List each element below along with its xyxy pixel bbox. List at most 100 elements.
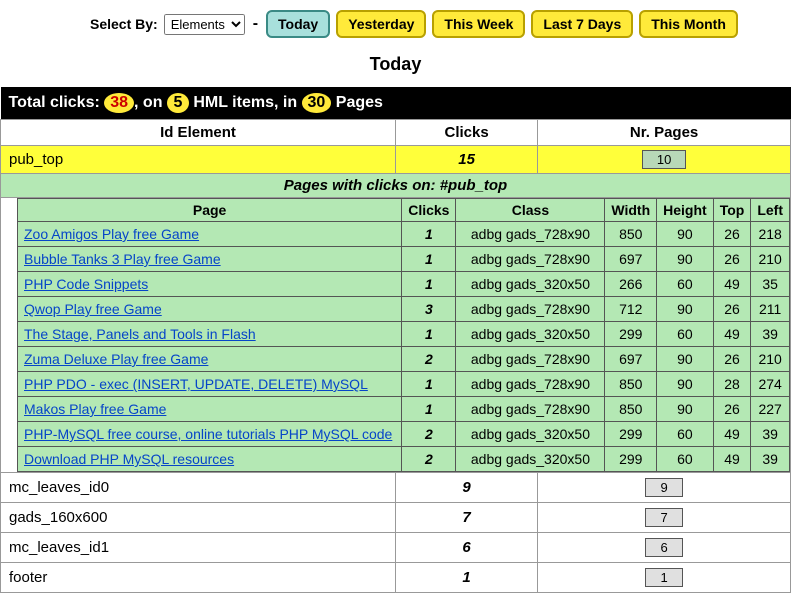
detail-left: 39 [751,322,790,347]
detail-clicks: 1 [402,372,456,397]
last-7-days-button[interactable]: Last 7 Days [531,10,633,38]
page-link[interactable]: PHP Code Snippets [24,276,148,292]
detail-left: 211 [751,297,790,322]
detail-width: 850 [605,372,657,397]
element-row[interactable]: mc_leaves_id166 [1,533,791,563]
detail-class: adbg gads_320x50 [456,447,605,472]
selected-pages-button[interactable]: 10 [642,150,686,169]
detail-page: Download PHP MySQL resources [18,447,402,472]
page-link[interactable]: PHP PDO - exec (INSERT, UPDATE, DELETE) … [24,376,368,392]
detail-title-prefix: Pages with clicks on: [284,177,440,194]
detail-class: adbg gads_728x90 [456,397,605,422]
element-pages-button[interactable]: 7 [645,508,682,527]
main-table: Total clicks: 38, on 5 HML items, in 30 … [0,87,791,593]
detail-header-page: Page [18,199,402,222]
detail-width: 697 [605,347,657,372]
detail-width: 850 [605,397,657,422]
detail-width: 697 [605,247,657,272]
detail-class: adbg gads_728x90 [456,247,605,272]
detail-width: 299 [605,322,657,347]
page-link[interactable]: Qwop Play free Game [24,301,162,317]
element-pages-button[interactable]: 6 [645,538,682,557]
detail-title: Pages with clicks on: #pub_top [1,174,791,198]
detail-page: PHP PDO - exec (INSERT, UPDATE, DELETE) … [18,372,402,397]
this-week-button[interactable]: This Week [432,10,525,38]
detail-left: 210 [751,247,790,272]
detail-class: adbg gads_728x90 [456,222,605,247]
detail-table: Page Clicks Class Width Height Top Left … [17,198,790,472]
detail-class: adbg gads_320x50 [456,272,605,297]
select-by-dropdown[interactable]: Elements [164,14,245,35]
detail-top: 49 [713,447,751,472]
detail-page: PHP-MySQL free course, online tutorials … [18,422,402,447]
total-pages-badge: 30 [302,93,332,113]
detail-left: 274 [751,372,790,397]
detail-page: Zuma Deluxe Play free Game [18,347,402,372]
page-link[interactable]: Zoo Amigos Play free Game [24,226,199,242]
detail-left: 227 [751,397,790,422]
page-link[interactable]: The Stage, Panels and Tools in Flash [24,326,256,342]
element-row[interactable]: gads_160x60077 [1,503,791,533]
detail-left: 218 [751,222,790,247]
detail-class: adbg gads_728x90 [456,347,605,372]
element-clicks: 1 [396,563,538,593]
detail-header-width: Width [605,199,657,222]
yesterday-button[interactable]: Yesterday [336,10,426,38]
detail-page: Makos Play free Game [18,397,402,422]
separator-dash: - [253,15,258,33]
detail-page: Zoo Amigos Play free Game [18,222,402,247]
detail-class: adbg gads_728x90 [456,372,605,397]
detail-height: 90 [657,247,714,272]
detail-width: 712 [605,297,657,322]
detail-height: 60 [657,422,714,447]
page-link[interactable]: Zuma Deluxe Play free Game [24,351,208,367]
this-month-button[interactable]: This Month [639,10,738,38]
page-link[interactable]: Bubble Tanks 3 Play free Game [24,251,221,267]
today-button[interactable]: Today [266,10,330,38]
detail-row: PHP-MySQL free course, online tutorials … [18,422,790,447]
select-by-label: Select By: [90,16,158,32]
element-clicks: 9 [396,473,538,503]
detail-height: 90 [657,397,714,422]
detail-height: 60 [657,322,714,347]
summary-sep2: HML items, in [189,94,302,111]
detail-height: 90 [657,297,714,322]
detail-width: 850 [605,222,657,247]
detail-clicks: 1 [402,397,456,422]
selected-clicks: 15 [396,146,538,174]
detail-row: Zuma Deluxe Play free Game2adbg gads_728… [18,347,790,372]
header-clicks: Clicks [396,120,538,146]
detail-width: 299 [605,422,657,447]
detail-top: 49 [713,322,751,347]
page-link[interactable]: PHP-MySQL free course, online tutorials … [24,426,392,442]
detail-left: 210 [751,347,790,372]
element-pages-button[interactable]: 1 [645,568,682,587]
detail-top: 49 [713,422,751,447]
detail-header-top: Top [713,199,751,222]
element-id: footer [1,563,396,593]
element-clicks: 7 [396,503,538,533]
selected-element-row[interactable]: pub_top 15 10 [1,146,791,174]
detail-height: 90 [657,372,714,397]
page-link[interactable]: Download PHP MySQL resources [24,451,234,467]
total-clicks-badge: 38 [104,93,134,113]
detail-top: 26 [713,297,751,322]
detail-height: 90 [657,347,714,372]
detail-width: 299 [605,447,657,472]
detail-clicks: 2 [402,447,456,472]
element-row[interactable]: footer11 [1,563,791,593]
detail-left: 35 [751,272,790,297]
element-row[interactable]: mc_leaves_id099 [1,473,791,503]
selected-id: pub_top [1,146,396,174]
detail-top: 26 [713,222,751,247]
detail-header-left: Left [751,199,790,222]
element-id: mc_leaves_id1 [1,533,396,563]
top-controls: Select By: Elements - Today Yesterday Th… [0,0,791,46]
page-link[interactable]: Makos Play free Game [24,401,166,417]
detail-row: The Stage, Panels and Tools in Flash1adb… [18,322,790,347]
main-header-row: Id Element Clicks Nr. Pages [1,120,791,146]
detail-row: PHP Code Snippets1adbg gads_320x50266604… [18,272,790,297]
element-id: mc_leaves_id0 [1,473,396,503]
detail-header-row: Page Clicks Class Width Height Top Left [18,199,790,222]
element-pages-button[interactable]: 9 [645,478,682,497]
